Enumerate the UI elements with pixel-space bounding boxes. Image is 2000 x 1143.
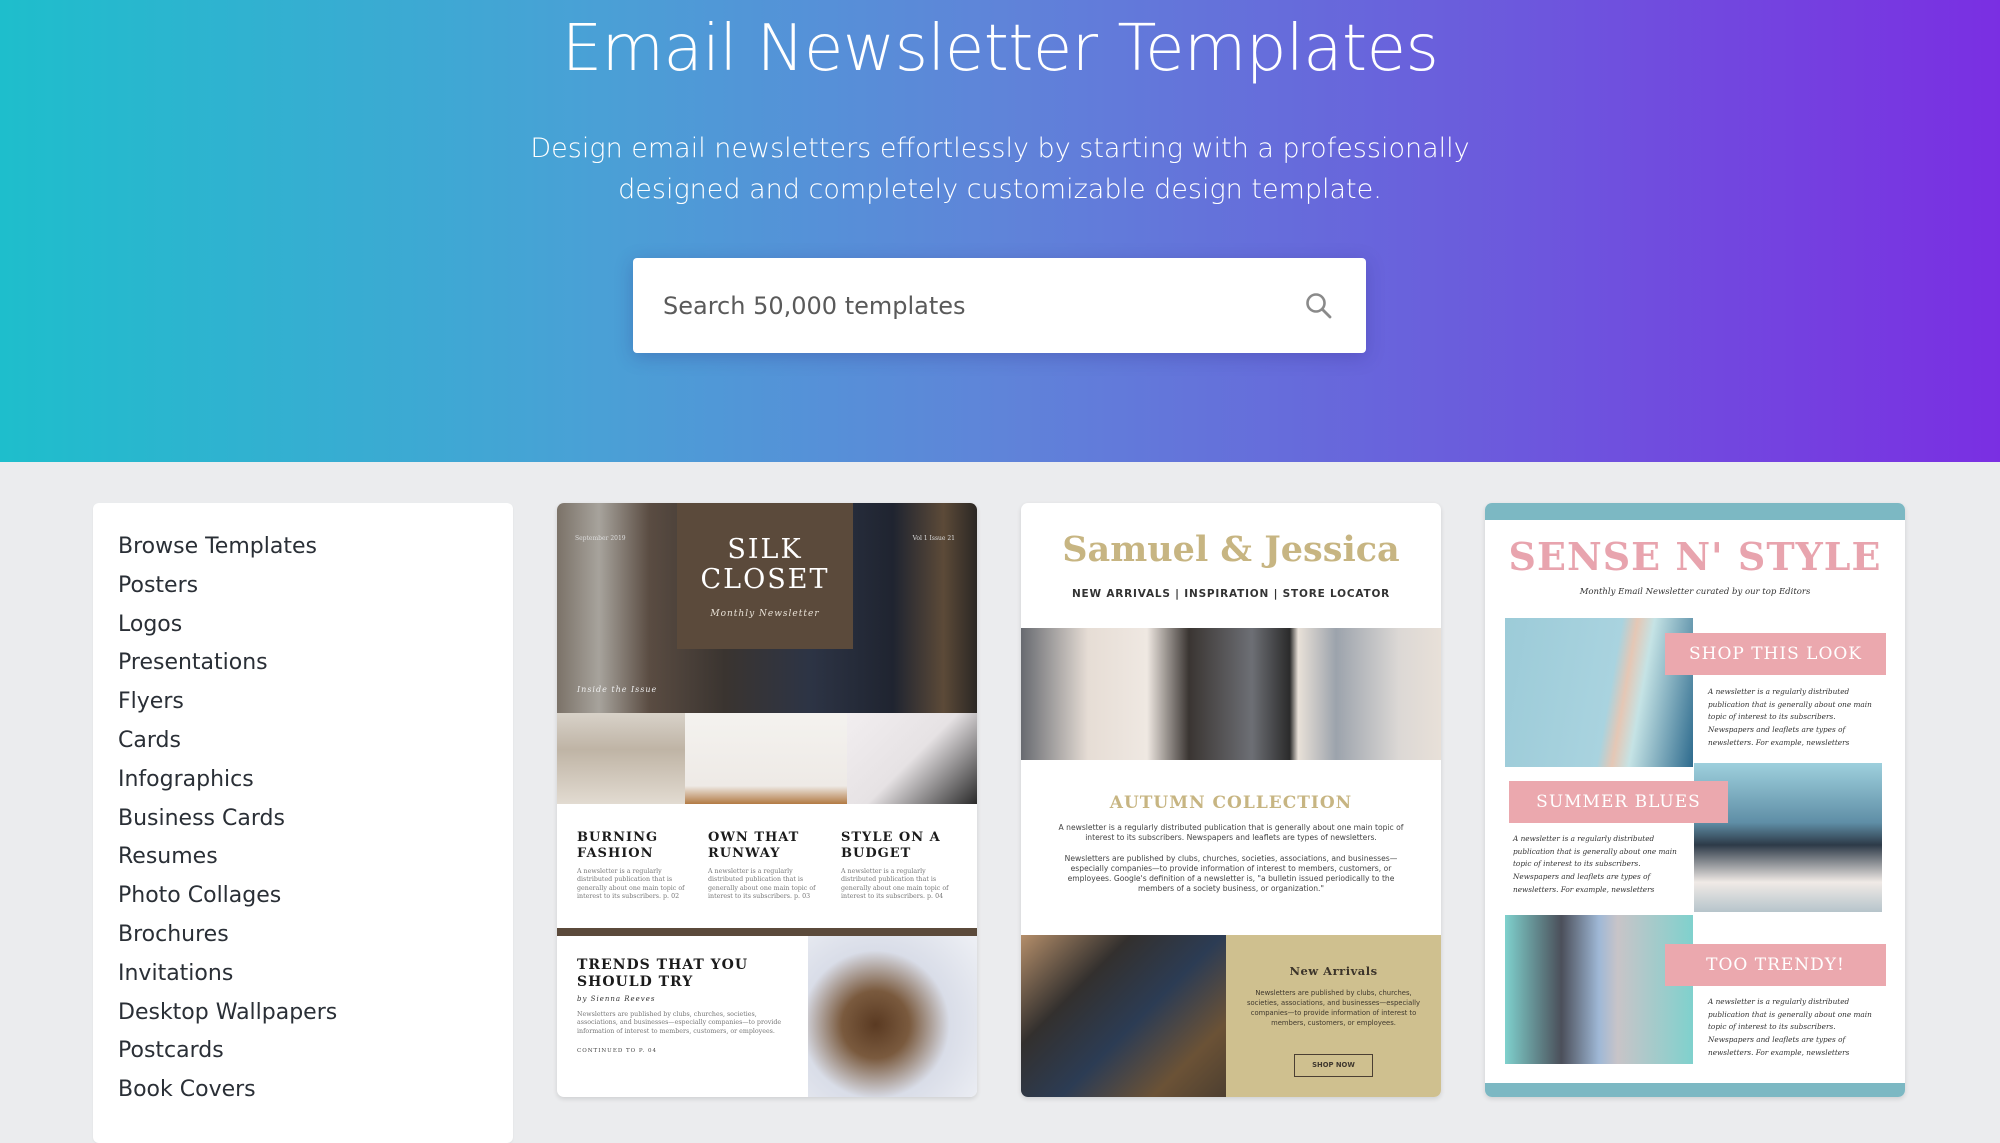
- boots-photo: [1021, 935, 1226, 1097]
- sidebar-item-logos[interactable]: Logos: [93, 606, 513, 645]
- newsletter-title: SILK CLOSET: [677, 535, 853, 595]
- feature-byline: by Sienna Reeves: [577, 995, 656, 1003]
- sidebar-item-cards[interactable]: Cards: [93, 722, 513, 761]
- shop-now-button: SHOP NOW: [1294, 1054, 1373, 1077]
- feature-body: Newsletters are published by clubs, chur…: [577, 1011, 782, 1035]
- title-line-1: SILK: [727, 534, 803, 565]
- hero-banner: Email Newsletter Templates Design email …: [0, 0, 2000, 462]
- article-body: A newsletter is a regularly distributed …: [708, 868, 816, 900]
- article-heading: OWN THAT RUNWAY: [708, 830, 800, 861]
- page-title: Email Newsletter Templates: [561, 12, 1439, 86]
- newsletter-tagline: Monthly Email Newsletter curated by our …: [1579, 587, 1811, 597]
- category-sidebar: Browse Templates Posters Logos Presentat…: [93, 503, 513, 1143]
- wood-logs-photo: [808, 936, 977, 1097]
- desert-photo: [557, 713, 685, 804]
- article-heading: STYLE ON A BUDGET: [841, 830, 941, 861]
- section-paragraph: Newsletters are published by clubs, chur…: [1064, 854, 1398, 893]
- sidebar-item-brochures[interactable]: Brochures: [93, 916, 513, 955]
- template-card-sense-n-style[interactable]: SENSE N' STYLE Monthly Email Newsletter …: [1485, 503, 1905, 1097]
- section-body: A newsletter is a regularly distributed …: [1708, 997, 1872, 1057]
- sidebar-item-browse-templates[interactable]: Browse Templates: [93, 528, 513, 567]
- page-subtitle: Design email newsletters effortlessly by…: [530, 133, 1470, 205]
- section-label: SUMMER BLUES: [1509, 781, 1728, 823]
- sidebar-item-infographics[interactable]: Infographics: [93, 761, 513, 800]
- sidebar-item-business-cards[interactable]: Business Cards: [93, 800, 513, 839]
- brand-name: Samuel & Jessica: [1062, 529, 1400, 570]
- article-column: STYLE ON A BUDGET A newsletter is a regu…: [841, 830, 959, 901]
- sidebar-item-flyers[interactable]: Flyers: [93, 683, 513, 722]
- sidebar-item-book-covers[interactable]: Book Covers: [93, 1071, 513, 1110]
- search-icon[interactable]: [1304, 291, 1334, 321]
- sidebar-item-desktop-wallpapers[interactable]: Desktop Wallpapers: [93, 994, 513, 1033]
- template-card-silk-closet[interactable]: September 2019 Vol 1 Issue 21 SILK CLOSE…: [557, 503, 977, 1097]
- search-box[interactable]: [633, 258, 1366, 353]
- inside-label: Inside the Issue: [577, 685, 658, 694]
- article-body: A newsletter is a regularly distributed …: [841, 868, 949, 900]
- brand-name: SENSE N' STYLE: [1508, 534, 1882, 579]
- continued-label: CONTINUED TO P. 04: [577, 1047, 657, 1054]
- feature-article: TRENDS THAT YOU SHOULD TRY by Sienna Ree…: [577, 957, 797, 1054]
- divider-band: [557, 928, 977, 936]
- panel-heading: New Arrivals: [1289, 964, 1378, 978]
- clothing-rack-photo: [1021, 628, 1441, 760]
- sidebar-item-postcards[interactable]: Postcards: [93, 1032, 513, 1071]
- search-input[interactable]: [663, 258, 1263, 353]
- newsletter-tagline: Monthly Newsletter: [710, 609, 820, 619]
- bottom-stripe: [1485, 1083, 1905, 1097]
- sidebar-item-resumes[interactable]: Resumes: [93, 838, 513, 877]
- article-body: A newsletter is a regularly distributed …: [577, 868, 685, 900]
- feature-heading: TRENDS THAT YOU SHOULD TRY: [577, 957, 749, 990]
- newsletter-nav: NEW ARRIVALS | INSPIRATION | STORE LOCAT…: [1071, 588, 1391, 600]
- article-column: BURNING FASHION A newsletter is a regula…: [577, 830, 695, 901]
- sneakers-photo: [847, 713, 977, 804]
- section-heading: AUTUMN COLLECTION: [1109, 793, 1353, 813]
- section-body: A newsletter is a regularly distributed …: [1708, 687, 1872, 747]
- sidebar-item-presentations[interactable]: Presentations: [93, 644, 513, 683]
- section-paragraph: A newsletter is a regularly distributed …: [1058, 823, 1404, 842]
- section-body: A newsletter is a regularly distributed …: [1513, 834, 1677, 894]
- issue-number: Vol 1 Issue 21: [912, 535, 955, 542]
- article-heading: BURNING FASHION: [577, 830, 659, 861]
- two-friends-photo: [1505, 915, 1693, 1064]
- template-card-samuel-jessica[interactable]: Samuel & Jessica NEW ARRIVALS | INSPIRAT…: [1021, 503, 1441, 1097]
- title-line-2: CLOSET: [700, 564, 830, 595]
- section-label: TOO TRENDY!: [1665, 944, 1886, 986]
- new-arrivals-panel: New Arrivals Newsletters are published b…: [1226, 935, 1441, 1097]
- sidebar-item-invitations[interactable]: Invitations: [93, 955, 513, 994]
- issue-date: September 2019: [575, 535, 626, 542]
- article-column: OWN THAT RUNWAY A newsletter is a regula…: [708, 830, 826, 901]
- top-stripe: [1485, 503, 1905, 520]
- legs-photo: [685, 713, 847, 804]
- sidebar-item-photo-collages[interactable]: Photo Collages: [93, 877, 513, 916]
- panel-body: Newsletters are published by clubs, chur…: [1246, 989, 1421, 1027]
- section-label: SHOP THIS LOOK: [1665, 633, 1886, 675]
- sidebar-item-posters[interactable]: Posters: [93, 567, 513, 606]
